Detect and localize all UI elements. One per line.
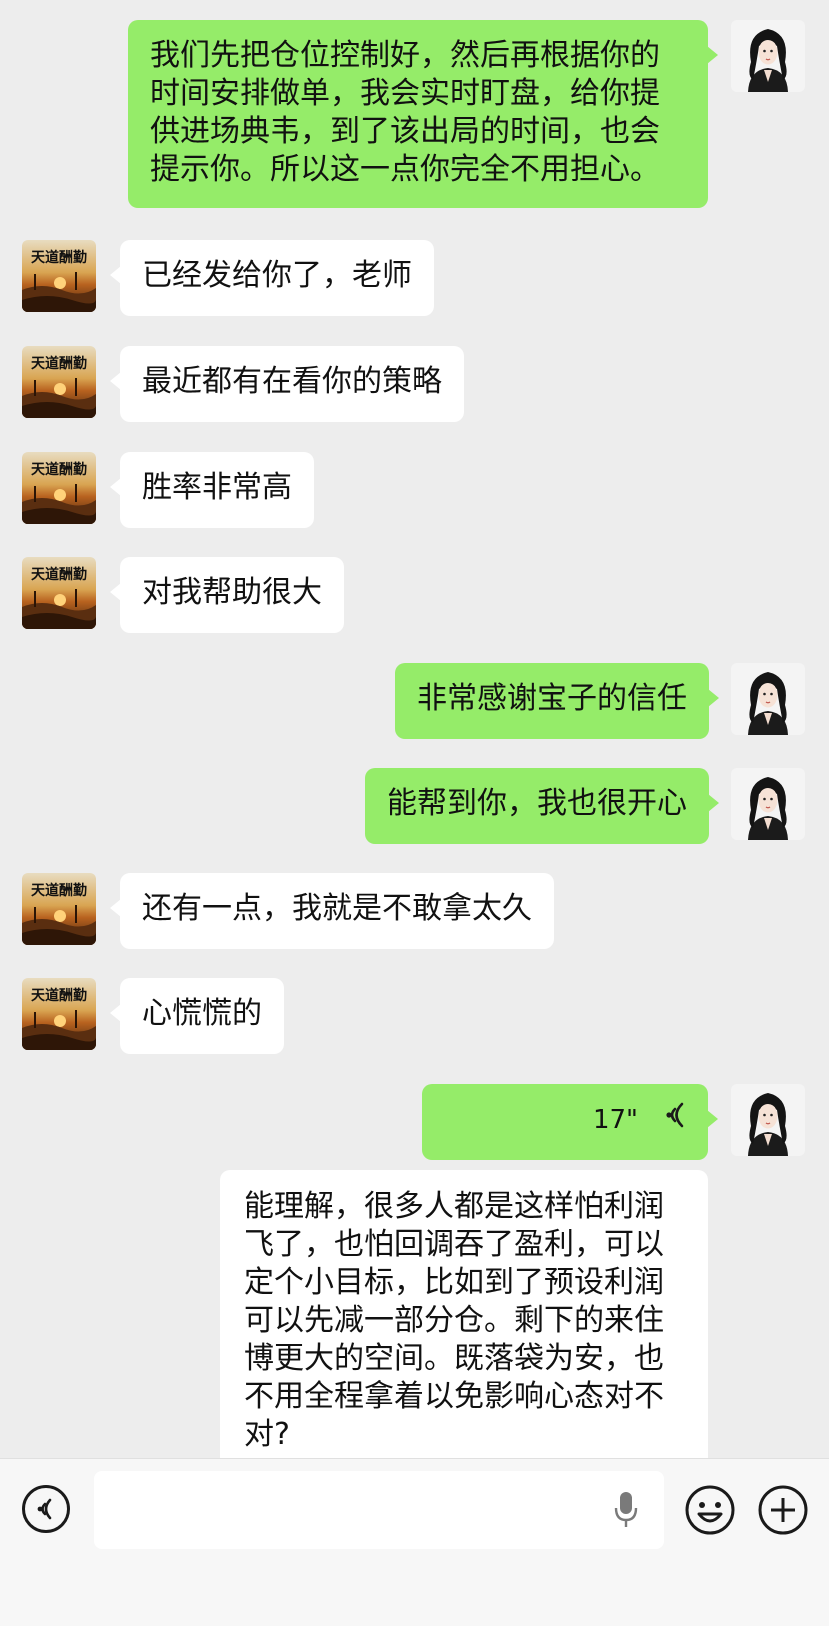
message-bubble-incoming[interactable]: 还有一点，我就是不敢拿太久 [110, 873, 554, 949]
message-text-line: 非常感谢宝子的信任 [417, 681, 687, 716]
message-bubble-incoming[interactable]: 最近都有在看你的策略 [110, 346, 464, 422]
woman-portrait-icon [731, 768, 805, 840]
self-avatar[interactable] [731, 663, 805, 735]
desert-sunset-icon: 天道酬勤 [22, 452, 96, 524]
svg-text:天道酬勤: 天道酬勤 [31, 461, 87, 478]
emoji-icon[interactable] [684, 1484, 736, 1540]
woman-portrait-icon [731, 20, 805, 92]
svg-text:天道酬勤: 天道酬勤 [31, 355, 87, 372]
message-text-line: 心慌慌的 [142, 996, 262, 1031]
desert-sunset-icon: 天道酬勤 [22, 873, 96, 945]
voice-mode-icon[interactable] [22, 1485, 70, 1533]
message-text-line: 已经发给你了，老师 [142, 258, 412, 293]
message-text-line: 能理解，很多人都是这样怕利润 [244, 1189, 664, 1224]
woman-portrait-icon [731, 663, 805, 735]
message-bubble-incoming[interactable]: 对我帮助很大 [110, 557, 344, 633]
message-text-line: 对? [244, 1417, 290, 1452]
self-avatar[interactable] [731, 1084, 805, 1156]
contact-avatar[interactable]: 天道酬勤 [22, 873, 96, 945]
desert-sunset-icon: 天道酬勤 [22, 240, 96, 312]
voice-transcript-bubble[interactable]: 能理解，很多人都是这样怕利润 飞了，也怕回调吞了盈利，可以 定个小目标，比如到了… [220, 1170, 708, 1458]
contact-avatar[interactable]: 天道酬勤 [22, 978, 96, 1050]
message-text-line: 还有一点，我就是不敢拿太久 [142, 891, 532, 926]
plus-icon[interactable] [757, 1484, 809, 1540]
woman-portrait-icon [731, 1084, 805, 1156]
message-bubble-outgoing[interactable]: 能帮到你，我也很开心 [365, 768, 719, 844]
message-text-line: 博更大的空间。既落袋为安，也 [244, 1341, 664, 1376]
message-text-line: 能帮到你，我也很开心 [387, 786, 687, 821]
voice-wave-icon [660, 1101, 686, 1139]
voice-message-bubble[interactable]: 17" [422, 1084, 718, 1160]
message-text-line: 对我帮助很大 [142, 575, 322, 610]
message-text-line: 提示你。所以这一点你完全不用担心。 [150, 152, 660, 187]
contact-avatar[interactable]: 天道酬勤 [22, 240, 96, 312]
message-bubble-outgoing[interactable]: 我们先把仓位控制好，然后再根据你的 时间安排做单，我会实时盯盘，给你提 供进场典… [128, 20, 718, 208]
self-avatar[interactable] [731, 20, 805, 92]
message-bubble-incoming[interactable]: 胜率非常高 [110, 452, 314, 528]
self-avatar[interactable] [731, 768, 805, 840]
message-text-line: 可以先减一部分仓。剩下的来住 [244, 1303, 664, 1338]
desert-sunset-icon: 天道酬勤 [22, 557, 96, 629]
message-text-line: 最近都有在看你的策略 [142, 364, 442, 399]
contact-avatar[interactable]: 天道酬勤 [22, 452, 96, 524]
voice-duration: 17" [592, 1105, 638, 1135]
svg-text:天道酬勤: 天道酬勤 [31, 566, 87, 583]
message-text-line: 我们先把仓位控制好，然后再根据你的 [150, 38, 660, 73]
contact-avatar[interactable]: 天道酬勤 [22, 346, 96, 418]
message-text-line: 胜率非常高 [142, 470, 292, 505]
message-bubble-outgoing[interactable]: 非常感谢宝子的信任 [395, 663, 719, 739]
message-text-line: 时间安排做单，我会实时盯盘，给你提 [150, 76, 660, 111]
desert-sunset-icon: 天道酬勤 [22, 346, 96, 418]
chat-area[interactable]: 我们先把仓位控制好，然后再根据你的 时间安排做单，我会实时盯盘，给你提 供进场典… [0, 0, 829, 1458]
microphone-icon[interactable] [613, 1490, 639, 1534]
message-text-line: 飞了，也怕回调吞了盈利，可以 [244, 1227, 664, 1262]
message-text-line: 定个小目标，比如到了预设利润 [244, 1265, 664, 1300]
contact-avatar[interactable]: 天道酬勤 [22, 557, 96, 629]
input-bar [0, 1458, 829, 1626]
message-bubble-incoming[interactable]: 已经发给你了，老师 [110, 240, 434, 316]
svg-text:天道酬勤: 天道酬勤 [31, 249, 87, 266]
desert-sunset-icon: 天道酬勤 [22, 978, 96, 1050]
message-text-line: 不用全程拿着以免影响心态对不 [244, 1379, 664, 1414]
message-input[interactable] [94, 1471, 664, 1549]
message-text-line: 供进场典韦，到了该出局的时间，也会 [150, 114, 660, 149]
svg-text:天道酬勤: 天道酬勤 [31, 987, 87, 1004]
svg-text:天道酬勤: 天道酬勤 [31, 882, 87, 899]
message-bubble-incoming[interactable]: 心慌慌的 [110, 978, 284, 1054]
